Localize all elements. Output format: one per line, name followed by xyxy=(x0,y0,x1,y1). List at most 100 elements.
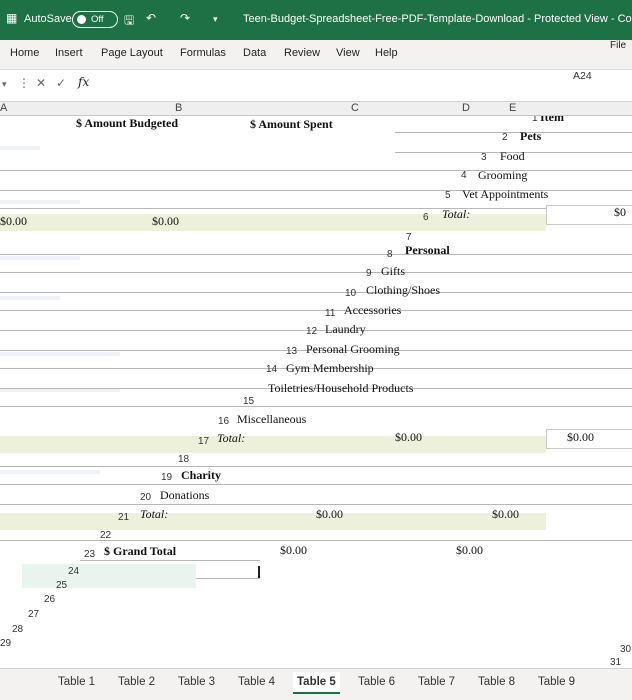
grid-line xyxy=(0,208,632,209)
cell-toiletries: Toiletries/Household Products xyxy=(268,381,414,395)
grid-line xyxy=(0,406,632,407)
column-header-e[interactable]: E xyxy=(509,102,516,114)
autosave-toggle[interactable]: Off xyxy=(72,11,118,28)
sheet-tab-table-5[interactable]: Table 5 xyxy=(293,672,340,694)
tab-home[interactable]: Home xyxy=(10,47,39,59)
sheet-tab-table-1[interactable]: Table 1 xyxy=(58,676,95,688)
tab-view[interactable]: View xyxy=(336,47,360,59)
cell-budgeted-total-pets: $0.00 xyxy=(152,214,179,228)
row-number[interactable]: 16 xyxy=(218,416,229,427)
sheet-tab-table-9[interactable]: Table 9 xyxy=(538,676,575,688)
grid-line xyxy=(0,272,632,273)
tab-data[interactable]: Data xyxy=(243,47,266,59)
row-number[interactable]: 29 xyxy=(0,638,11,649)
row-number[interactable]: 7 xyxy=(406,232,412,243)
row-number[interactable]: 28 xyxy=(12,624,23,635)
row-number[interactable]: 14 xyxy=(266,364,277,375)
row-number[interactable]: 5 xyxy=(445,190,451,201)
cell-grand-total: $ Grand Total xyxy=(104,544,177,558)
column-header-d[interactable]: D xyxy=(462,102,470,114)
cell-gym-membership: Gym Membership xyxy=(286,361,374,375)
grid-line xyxy=(0,146,40,150)
row-number[interactable]: 2 xyxy=(502,132,508,143)
name-box[interactable]: A24 xyxy=(573,70,592,82)
cell-food: Food xyxy=(500,149,525,163)
column-header-a[interactable]: A xyxy=(0,102,7,114)
toggle-knob-icon xyxy=(77,15,86,24)
row-number[interactable]: 20 xyxy=(140,492,151,503)
cell-cursor xyxy=(258,566,260,578)
grid-line xyxy=(0,540,632,541)
document-title: Teen-Budget-Spreadsheet-Free-PDF-Templat… xyxy=(243,13,632,25)
cell-budgeted-total-personal: $0.00 xyxy=(395,430,422,444)
tab-review[interactable]: Review xyxy=(284,47,320,59)
grid-line xyxy=(0,352,120,356)
row-number[interactable]: 25 xyxy=(56,580,67,591)
row-number[interactable]: 26 xyxy=(44,594,55,605)
grid-line xyxy=(80,560,260,561)
row-number[interactable]: 30 xyxy=(620,644,631,655)
row-number[interactable]: 10 xyxy=(345,288,356,299)
cell-personal-grooming: Personal Grooming xyxy=(306,342,400,356)
customize-toolbar-icon[interactable]: ▾ xyxy=(213,14,218,25)
header-amount-spent: $ Amount Spent xyxy=(250,117,333,131)
total-band-row-17 xyxy=(0,436,546,453)
cell-grooming: Grooming xyxy=(478,168,528,182)
row-number[interactable]: 22 xyxy=(100,530,111,541)
worksheet-grid[interactable]: $ Amount Budgeted $ Amount Spent 1 Item … xyxy=(0,116,632,668)
sheet-tab-table-2[interactable]: Table 2 xyxy=(118,676,155,688)
insert-function-icon[interactable]: fx xyxy=(78,75,89,89)
excel-window: { "titlebar": { "autosave_label": "AutoS… xyxy=(0,0,632,700)
tab-help[interactable]: Help xyxy=(375,47,398,59)
ribbon-tabs: File Home Insert Page Layout Formulas Da… xyxy=(0,40,632,70)
row-number[interactable]: 31 xyxy=(610,657,621,668)
grid-line xyxy=(0,254,632,255)
row-number[interactable]: 18 xyxy=(178,454,189,465)
row-number[interactable]: 8 xyxy=(387,249,393,260)
column-header-b[interactable]: B xyxy=(175,102,182,114)
cell-total-personal: Total: xyxy=(217,431,246,445)
tab-formulas[interactable]: Formulas xyxy=(180,47,226,59)
row-number[interactable]: 13 xyxy=(286,346,297,357)
row-number[interactable]: 3 xyxy=(481,152,487,163)
tab-insert[interactable]: Insert xyxy=(55,47,83,59)
more-options-icon: ⋮ xyxy=(18,76,30,90)
selected-cell-a24[interactable] xyxy=(22,564,196,588)
cell-clothing-shoes: Clothing/Shoes xyxy=(366,283,441,297)
redo-icon[interactable]: ↷ xyxy=(180,11,190,25)
grid-line xyxy=(0,292,632,293)
cell-spent-total-pets: $0.00 xyxy=(0,214,27,228)
row-number[interactable]: 24 xyxy=(68,566,79,577)
row-number[interactable]: 21 xyxy=(118,512,129,523)
row-number[interactable]: 4 xyxy=(461,170,467,181)
enter-icon[interactable]: ✓ xyxy=(56,76,66,90)
row-number[interactable]: 19 xyxy=(161,472,172,483)
sheet-tab-table-3[interactable]: Table 3 xyxy=(178,676,215,688)
sheet-tab-table-4[interactable]: Table 4 xyxy=(238,676,275,688)
row-number[interactable]: 9 xyxy=(366,268,372,279)
cell-laundry: Laundry xyxy=(325,322,366,336)
cell-accessories: Accessories xyxy=(344,303,402,317)
cancel-icon[interactable]: ✕ xyxy=(36,76,46,90)
row-number[interactable]: 15 xyxy=(243,396,254,407)
tab-file[interactable]: File xyxy=(610,40,626,51)
tab-page-layout[interactable]: Page Layout xyxy=(101,47,163,59)
row-number[interactable]: 11 xyxy=(325,308,335,319)
row-number[interactable]: 12 xyxy=(306,326,317,337)
row-number[interactable]: 1 xyxy=(532,116,538,124)
row-number[interactable]: 23 xyxy=(84,549,95,560)
sheet-tab-table-8[interactable]: Table 8 xyxy=(478,676,515,688)
cell-item-header: Item xyxy=(540,116,564,124)
undo-icon[interactable]: ↶ xyxy=(146,11,156,25)
cell-vet-appointments: Vet Appointments xyxy=(462,187,549,201)
sheet-tab-table-6[interactable]: Table 6 xyxy=(358,676,395,688)
row-number[interactable]: 6 xyxy=(423,212,429,223)
name-box-dropdown-icon[interactable]: ▾ xyxy=(2,79,7,90)
cell-charity: Charity xyxy=(181,468,221,482)
sheet-tab-table-7[interactable]: Table 7 xyxy=(418,676,455,688)
row-number[interactable]: 27 xyxy=(28,609,39,620)
cell-budgeted-total-charity: $0.00 xyxy=(316,507,343,521)
column-header-c[interactable]: C xyxy=(351,102,359,114)
save-icon[interactable]: 🖫 xyxy=(124,11,134,32)
row-number[interactable]: 17 xyxy=(198,436,209,447)
